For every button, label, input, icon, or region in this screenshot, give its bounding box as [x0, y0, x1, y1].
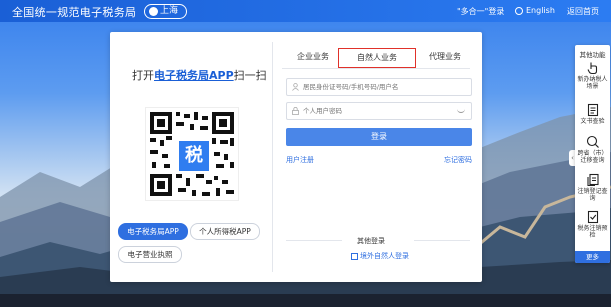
search-icon: [586, 135, 599, 148]
qr-title: 打开电子税务局APP扫一扫: [132, 67, 267, 83]
login-button[interactable]: 登录: [286, 128, 472, 146]
overseas-login-label: 境外自然人登录: [360, 252, 409, 260]
home-link[interactable]: 返回首页: [567, 6, 599, 17]
account-input[interactable]: [303, 81, 453, 93]
other-login-label: 其他登录: [357, 237, 385, 245]
side-panel-header: 其他功能: [579, 51, 606, 59]
copy-document-icon: [586, 173, 599, 187]
tax-app-button[interactable]: 电子税务局APP: [118, 223, 188, 240]
overseas-login-link[interactable]: 境外自然人登录: [351, 251, 409, 261]
tab-individual[interactable]: 自然人业务: [338, 48, 416, 68]
tax-logo-icon: 税: [177, 139, 211, 173]
hand-pointer-icon: [587, 62, 597, 75]
lock-icon: [292, 107, 299, 115]
site-title: 全国统一规范电子税务局: [12, 6, 137, 19]
register-link[interactable]: 用户注册: [286, 155, 314, 165]
side-item-doc-check[interactable]: 文书查验: [575, 103, 610, 125]
tab-agent[interactable]: 代理业务: [418, 48, 472, 66]
language-label: English: [526, 6, 555, 15]
footer-strip: [0, 294, 611, 307]
globe-icon: [515, 6, 523, 15]
user-icon: [292, 83, 299, 91]
side-panel: 其他功能 新办纳税人场景 文书查验 跨省（市）迁移查询 注销登记查询 税务注销预…: [575, 45, 610, 263]
login-tabs: 企业业务 自然人业务 代理业务: [282, 48, 472, 68]
overseas-icon: [351, 252, 358, 260]
language-switch[interactable]: English: [515, 6, 555, 15]
side-item-deregistration-query[interactable]: 注销登记查询: [575, 173, 610, 202]
tab-enterprise[interactable]: 企业业务: [288, 48, 338, 66]
side-item-label: 跨省（市）迁移查询: [577, 150, 608, 164]
side-item-new-taxpayer[interactable]: 新办纳税人场景: [575, 61, 610, 90]
divider-left: [286, 240, 342, 241]
qr-title-prefix: 打开: [132, 69, 154, 82]
qr-code: 税: [145, 107, 239, 201]
side-item-migration-query[interactable]: 跨省（市）迁移查询: [575, 135, 610, 164]
qr-title-suffix: 扫一扫: [233, 69, 267, 82]
password-input[interactable]: [303, 105, 453, 117]
side-item-label: 注销登记查询: [577, 188, 608, 202]
iit-app-button[interactable]: 个人所得税APP: [190, 223, 260, 240]
region-selector[interactable]: 上海: [144, 4, 188, 19]
region-label: 上海: [160, 6, 179, 16]
account-field[interactable]: [286, 78, 472, 96]
login-card: 打开电子税务局APP扫一扫 税 电子税务局APP 个人所得税APP 电子营业执照…: [110, 32, 482, 282]
side-item-label: 文书查验: [580, 118, 605, 125]
top-header: 全国统一规范电子税务局 上海 "多合一"登录 English 返回首页: [0, 0, 611, 22]
eye-closed-icon[interactable]: [457, 109, 465, 113]
side-item-label: 新办纳税人场景: [577, 76, 608, 90]
card-divider: [272, 42, 273, 272]
check-document-icon: [587, 210, 598, 224]
tab-underline: [282, 68, 470, 69]
business-license-button[interactable]: 电子营业执照: [118, 246, 182, 263]
document-icon: [587, 103, 598, 117]
forgot-password-link[interactable]: 忘记密码: [444, 155, 472, 165]
location-icon: [149, 7, 158, 16]
password-field[interactable]: [286, 102, 472, 120]
more-button[interactable]: 更多: [575, 251, 610, 263]
qr-title-app[interactable]: 电子税务局APP: [154, 69, 234, 82]
divider-right: [414, 240, 470, 241]
side-item-label: 税务注销预检: [577, 225, 608, 239]
side-item-deregistration-precheck[interactable]: 税务注销预检: [575, 210, 610, 239]
multi-login-link[interactable]: "多合一"登录: [457, 6, 504, 17]
